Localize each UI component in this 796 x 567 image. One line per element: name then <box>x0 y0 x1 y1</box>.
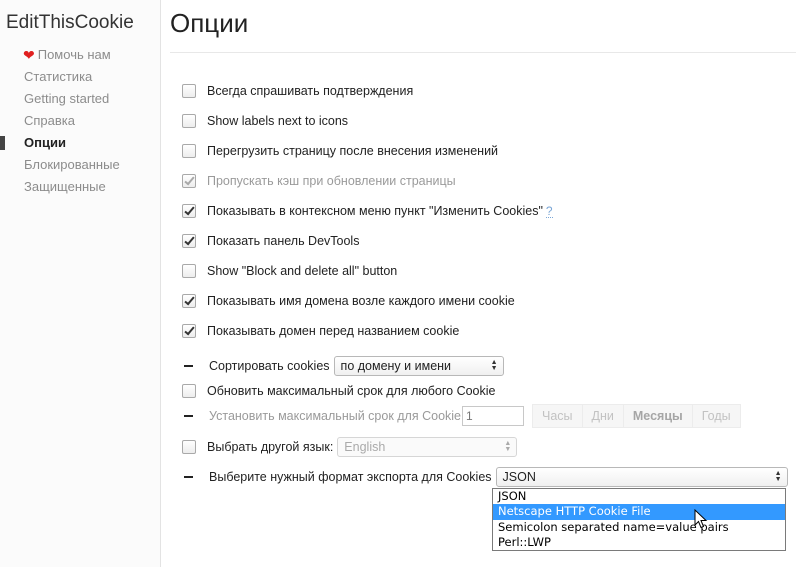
option-label: Перегрузить страницу после внесения изме… <box>207 144 499 158</box>
option-export-format: Выберите нужный формат экспорта для Cook… <box>182 467 788 487</box>
export-format-dropdown: JSON Netscape HTTP Cookie File Semicolon… <box>492 488 786 551</box>
option-label: Показать панель DevTools <box>207 234 360 248</box>
dropdown-option-json[interactable]: JSON <box>493 489 785 504</box>
page-title: Опции <box>170 8 249 38</box>
max-age-input[interactable] <box>462 406 524 426</box>
option-label: Показывать домен перед названием cookie <box>207 324 460 338</box>
title-divider <box>170 52 796 53</box>
help-link[interactable]: ? <box>545 205 553 218</box>
checkbox[interactable] <box>182 234 196 248</box>
option-always-confirm[interactable]: Всегда спрашивать подтверждения <box>182 81 413 101</box>
unit-days[interactable]: Дни <box>581 404 624 428</box>
option-show-domain-name[interactable]: Показывать имя домена возле каждого имен… <box>182 291 515 311</box>
option-label: Обновить максимальный срок для любого Co… <box>207 384 496 398</box>
checkbox[interactable] <box>182 114 196 128</box>
option-show-labels[interactable]: Show labels next to icons <box>182 111 348 131</box>
select-value: по домену и имени <box>340 359 452 373</box>
unit-months[interactable]: Месяцы <box>622 404 693 428</box>
checkbox[interactable] <box>182 84 196 98</box>
select-value: JSON <box>502 470 536 484</box>
sidebar-item-statistics[interactable]: Статистика <box>0 66 160 88</box>
checkbox[interactable] <box>182 294 196 308</box>
sidebar-item-options[interactable]: Опции <box>0 132 160 154</box>
export-format-select[interactable]: JSON ▲ ▼ <box>495 467 788 487</box>
heart-icon: ❤ <box>23 47 35 63</box>
language-select[interactable]: English ▲ ▼ <box>337 437 518 457</box>
updown-arrow-icon: ▲ ▼ <box>490 359 498 372</box>
option-reload-page[interactable]: Перегрузить страницу после внесения изме… <box>182 141 498 161</box>
unit-years[interactable]: Годы <box>691 404 741 428</box>
dropdown-option-netscape[interactable]: Netscape HTTP Cookie File <box>493 504 785 520</box>
select-value: English <box>344 440 386 454</box>
option-label: Установить максимальный срок для Cookie <box>209 409 461 423</box>
app-title: EditThisCookie <box>6 12 134 33</box>
dash-marker <box>184 476 193 478</box>
dash-marker <box>184 415 193 417</box>
option-label: Показывать в контексном меню пункт "Изме… <box>207 204 543 218</box>
sidebar-nav: ❤ Помочь нам Статистика Getting started С… <box>0 44 160 198</box>
checkbox[interactable] <box>182 204 196 218</box>
option-label: Выбрать другой язык: <box>207 440 334 454</box>
option-skip-cache: Пропускать кэш при обновлении страницы <box>182 171 456 191</box>
updown-arrow-icon: ▲ ▼ <box>504 440 512 453</box>
option-label: Show "Block and delete all" button <box>207 264 398 278</box>
option-label: Всегда спрашивать подтверждения <box>207 84 414 98</box>
option-label: Show labels next to icons <box>207 114 349 128</box>
option-sort-cookies: Сортировать cookies по домену и имени ▲ ▼ <box>182 356 504 376</box>
sidebar-item-label: Помочь нам <box>37 47 111 62</box>
option-language[interactable]: Выбрать другой язык: English ▲ ▼ <box>182 437 518 457</box>
option-update-max-age[interactable]: Обновить максимальный срок для любого Co… <box>182 381 495 401</box>
dash-marker <box>184 365 193 367</box>
checkbox[interactable] <box>182 384 196 398</box>
option-label: Сортировать cookies <box>209 359 330 373</box>
checkbox <box>182 174 196 188</box>
option-context-menu[interactable]: Показывать в контексном меню пункт "Изме… <box>182 201 553 221</box>
option-label: Выберите нужный формат экспорта для Cook… <box>209 470 492 484</box>
option-domain-before-name[interactable]: Показывать домен перед названием cookie <box>182 321 459 341</box>
option-devtools-panel[interactable]: Показать панель DevTools <box>182 231 359 251</box>
option-label: Пропускать кэш при обновлении страницы <box>207 174 456 188</box>
sidebar-item-help[interactable]: Справка <box>0 110 160 132</box>
option-block-delete-all[interactable]: Show "Block and delete all" button <box>182 261 397 281</box>
sidebar-item-protected[interactable]: Защищенные <box>0 176 160 198</box>
sort-select[interactable]: по домену и имени ▲ ▼ <box>333 356 504 376</box>
sidebar: EditThisCookie ❤ Помочь нам Статистика Ge… <box>0 0 161 567</box>
sidebar-item-getting-started[interactable]: Getting started <box>0 88 160 110</box>
dropdown-option-semicolon[interactable]: Semicolon separated name=value pairs <box>493 520 785 535</box>
mouse-cursor-icon <box>694 509 708 529</box>
updown-arrow-icon: ▲ ▼ <box>774 470 782 483</box>
option-label: Показывать имя домена возле каждого имен… <box>207 294 515 308</box>
option-set-max-age: Установить максимальный срок для Cookie … <box>182 404 741 428</box>
checkbox[interactable] <box>182 264 196 278</box>
sidebar-item-donate[interactable]: ❤ Помочь нам <box>0 44 160 66</box>
checkbox[interactable] <box>182 440 196 454</box>
sidebar-item-blocked[interactable]: Блокированные <box>0 154 160 176</box>
unit-hours[interactable]: Часы <box>532 404 583 428</box>
dropdown-option-perl-lwp[interactable]: Perl::LWP <box>493 535 785 550</box>
checkbox[interactable] <box>182 144 196 158</box>
time-unit-group: Часы Дни Месяцы Годы <box>532 404 741 428</box>
checkbox[interactable] <box>182 324 196 338</box>
